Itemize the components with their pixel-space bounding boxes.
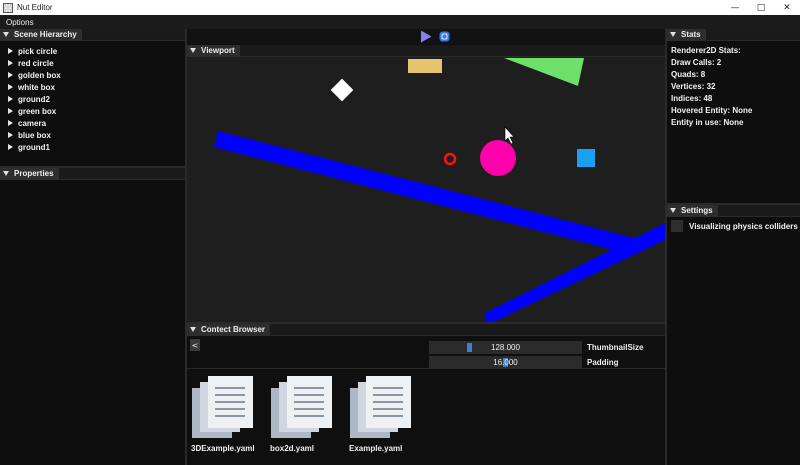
stats-line: Entity in use: None bbox=[671, 118, 744, 127]
app-icon bbox=[3, 2, 13, 13]
tree-item[interactable]: blue box bbox=[8, 129, 61, 141]
stats-line: Draw Calls: 2 bbox=[671, 58, 722, 67]
expand-arrow-icon[interactable] bbox=[8, 144, 13, 150]
expand-arrow-icon[interactable] bbox=[8, 72, 13, 78]
hierarchy-tree: pick circle red circle golden box white … bbox=[8, 45, 61, 153]
physics-colliders-checkbox[interactable] bbox=[671, 220, 683, 232]
content-browser-tab[interactable]: Contect Browser bbox=[187, 323, 271, 336]
tree-item[interactable]: golden box bbox=[8, 69, 61, 81]
close-icon[interactable]: ✕ bbox=[774, 0, 800, 15]
expand-arrow-icon[interactable] bbox=[8, 48, 13, 54]
physics-colliders-setting[interactable]: Visualizing physics colliders bbox=[671, 220, 798, 232]
tree-item[interactable]: ground1 bbox=[8, 141, 61, 153]
collapse-icon[interactable] bbox=[3, 171, 9, 176]
properties-panel: Properties bbox=[0, 167, 186, 465]
back-button[interactable]: < bbox=[190, 339, 200, 351]
collapse-icon[interactable] bbox=[670, 32, 676, 37]
left-h-splitter[interactable] bbox=[0, 166, 186, 168]
maximize-icon[interactable]: □ bbox=[748, 0, 774, 15]
settings-tab[interactable]: Settings bbox=[667, 204, 718, 217]
scene-hierarchy-panel: Scene Hierarchy pick circle red circle g… bbox=[0, 28, 186, 166]
tree-item[interactable]: ground2 bbox=[8, 93, 61, 105]
tree-item[interactable]: red circle bbox=[8, 57, 61, 69]
scene-hierarchy-tab[interactable]: Scene Hierarchy bbox=[0, 28, 82, 41]
pick-circle[interactable] bbox=[480, 140, 516, 176]
play-icon[interactable] bbox=[420, 30, 432, 43]
golden-box[interactable] bbox=[408, 59, 442, 73]
stats-list: Renderer2D Stats: Draw Calls: 2 Quads: 8… bbox=[671, 45, 752, 129]
menu-bar: Options bbox=[0, 15, 800, 29]
window-title: Nut Editor bbox=[17, 3, 53, 12]
content-browser-panel: Contect Browser < 128.000 ThumbnailSize … bbox=[187, 323, 665, 465]
expand-arrow-icon[interactable] bbox=[8, 96, 13, 102]
tree-item[interactable]: white box bbox=[8, 81, 61, 93]
file-item[interactable]: 3DExample.yaml bbox=[191, 374, 271, 456]
red-circle[interactable] bbox=[443, 152, 457, 166]
stats-line: Indices: 48 bbox=[671, 94, 713, 103]
settings-panel: Settings Visualizing physics colliders bbox=[667, 204, 800, 465]
viewport-panel: Viewport bbox=[187, 44, 665, 323]
expand-arrow-icon[interactable] bbox=[8, 108, 13, 114]
file-item[interactable]: box2d.yaml bbox=[270, 374, 350, 456]
tree-item[interactable]: camera bbox=[8, 117, 61, 129]
tree-item[interactable]: pick circle bbox=[8, 45, 61, 57]
expand-arrow-icon[interactable] bbox=[8, 60, 13, 66]
stats-tab[interactable]: Stats bbox=[667, 28, 706, 41]
expand-arrow-icon[interactable] bbox=[8, 120, 13, 126]
minimize-icon[interactable]: — bbox=[722, 0, 748, 15]
collapse-icon[interactable] bbox=[190, 327, 196, 332]
thumbnail-size-slider[interactable]: 128.000 bbox=[429, 341, 582, 354]
expand-arrow-icon[interactable] bbox=[8, 84, 13, 90]
file-icon bbox=[350, 376, 411, 438]
file-icon bbox=[192, 376, 253, 438]
stats-line: Vertices: 32 bbox=[671, 82, 716, 91]
stats-panel: Stats Renderer2D Stats: Draw Calls: 2 Qu… bbox=[667, 28, 800, 204]
collapse-icon[interactable] bbox=[190, 48, 196, 53]
center-h-splitter[interactable] bbox=[187, 322, 665, 324]
viewport-tab[interactable]: Viewport bbox=[187, 44, 240, 57]
white-box[interactable] bbox=[330, 78, 354, 102]
simulate-icon[interactable] bbox=[439, 31, 450, 42]
collapse-icon[interactable] bbox=[670, 208, 676, 213]
blue-box[interactable] bbox=[577, 149, 595, 167]
file-icon bbox=[271, 376, 332, 438]
properties-tab[interactable]: Properties bbox=[0, 167, 59, 180]
thumbnail-size-label: ThumbnailSize bbox=[587, 343, 644, 352]
file-item[interactable]: Example.yaml bbox=[349, 374, 429, 456]
stats-line: Quads: 8 bbox=[671, 70, 706, 79]
stats-line: Renderer2D Stats: bbox=[671, 46, 741, 55]
stats-line: Hovered Entity: None bbox=[671, 106, 753, 115]
tree-item[interactable]: green box bbox=[8, 105, 61, 117]
green-box[interactable] bbox=[504, 58, 584, 86]
ground1[interactable] bbox=[214, 131, 638, 255]
menu-options[interactable]: Options bbox=[6, 18, 34, 27]
window-titlebar: Nut Editor — □ ✕ bbox=[0, 0, 800, 15]
mouse-cursor-icon bbox=[504, 126, 515, 145]
viewport-canvas[interactable] bbox=[187, 57, 665, 323]
toolbar bbox=[187, 29, 665, 44]
expand-arrow-icon[interactable] bbox=[8, 132, 13, 138]
collapse-icon[interactable] bbox=[3, 32, 9, 37]
